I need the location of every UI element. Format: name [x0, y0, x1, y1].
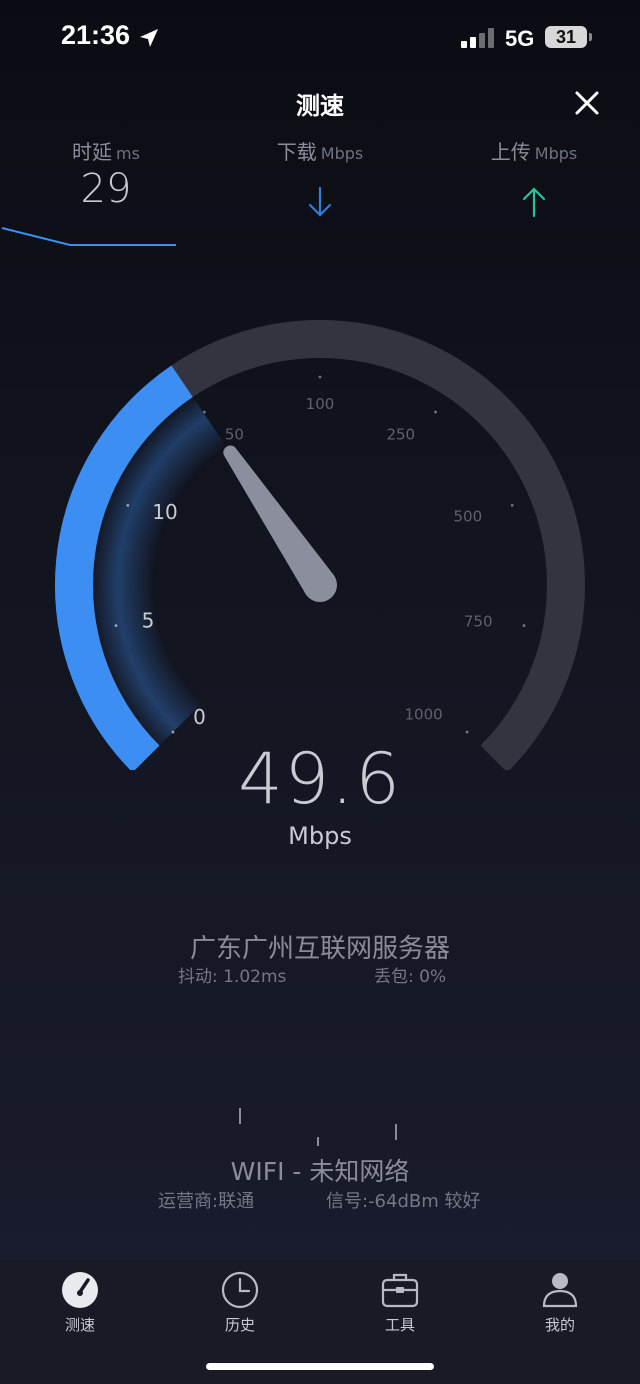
toolbox-icon: [381, 1273, 419, 1308]
user-icon: [542, 1273, 578, 1308]
speedometer-icon: [62, 1272, 98, 1308]
gauge-tick-label: 1000: [405, 706, 443, 724]
upload-unit: Mbps: [534, 144, 578, 163]
speed-unit: Mbps: [288, 822, 352, 850]
status-time: 21:36: [61, 20, 131, 50]
gauge-tick-dot: [114, 624, 118, 627]
gauge-tick-label: 0: [193, 705, 206, 729]
download-label: 下载: [276, 140, 317, 164]
tab-tools-label: 工具: [384, 1316, 415, 1334]
tab-tools[interactable]: 工具: [320, 1270, 480, 1350]
page-title: 测速: [296, 92, 344, 120]
upload-label: 上传: [490, 140, 531, 164]
latency-metric: 时延 ms: [6, 136, 206, 165]
battery-level: 31: [555, 27, 577, 47]
latency-graph: [1, 227, 176, 246]
gauge-tick-dot: [522, 624, 526, 627]
speed-gauge: 0 5 10 50 100 250 500 750 1000: [55, 320, 585, 770]
speed-value: 49.6: [238, 738, 402, 820]
gauge-tick-dot: [434, 410, 437, 414]
location-arrow-icon: [140, 29, 158, 47]
gauge-tick-label: 750: [464, 613, 493, 631]
download-metric: 下载 Mbps: [220, 136, 420, 165]
gauge-tick-dot: [465, 730, 469, 734]
latency-value: 29: [80, 166, 132, 212]
tab-speed-label: 测速: [64, 1316, 95, 1334]
gauge-tick-label: 10: [152, 500, 177, 524]
gauge-tick-label: 500: [454, 507, 483, 525]
gauge-tick-dot: [510, 504, 514, 507]
gauge-glow: [92, 396, 227, 747]
gauge-tick-label: 50: [225, 426, 244, 444]
tab-me-label: 我的: [544, 1316, 575, 1334]
packet-loss-stat: 丢包: 0%: [374, 967, 447, 987]
latency-unit: ms: [116, 144, 140, 163]
tab-history[interactable]: 历史: [160, 1270, 320, 1350]
battery-icon: 31: [545, 26, 587, 48]
home-indicator: [206, 1363, 434, 1370]
cellular-signal-icon: [461, 28, 494, 48]
gauge-tick-label: 100: [306, 395, 335, 413]
jitter-stat: 抖动: 1.02ms: [178, 967, 287, 987]
download-unit: Mbps: [320, 144, 364, 163]
status-bar: 21:36 5G 31: [0, 0, 640, 76]
network-type: 5G: [505, 26, 535, 51]
network-name: WIFI - 未知网络: [230, 1157, 410, 1186]
close-icon[interactable]: [570, 86, 604, 120]
signal-info: 信号:-64dBm 较好: [326, 1191, 481, 1212]
gauge-tick-dot: [203, 410, 206, 414]
latency-label: 时延: [72, 140, 113, 164]
gauge-tick-label: 250: [386, 426, 415, 444]
clock-icon: [221, 1271, 259, 1309]
signal-level-icon: [239, 1108, 397, 1146]
upload-arrow-icon: [522, 187, 546, 218]
tab-history-label: 历史: [224, 1316, 255, 1334]
gauge-tick-label: 5: [142, 609, 155, 633]
gauge-tick-dot: [171, 730, 175, 734]
tab-speed-test[interactable]: 测速: [0, 1270, 160, 1350]
gauge-tick-dot: [126, 504, 130, 507]
tab-me[interactable]: 我的: [480, 1270, 640, 1350]
carrier-info: 运营商:联通: [158, 1191, 255, 1212]
server-name: 广东广州互联网服务器: [189, 934, 450, 964]
upload-metric: 上传 Mbps: [434, 136, 634, 165]
gauge-tick-dot: [318, 375, 322, 379]
battery-tip: [589, 33, 592, 41]
download-arrow-icon: [308, 186, 332, 217]
gauge-needle: [223, 445, 337, 602]
